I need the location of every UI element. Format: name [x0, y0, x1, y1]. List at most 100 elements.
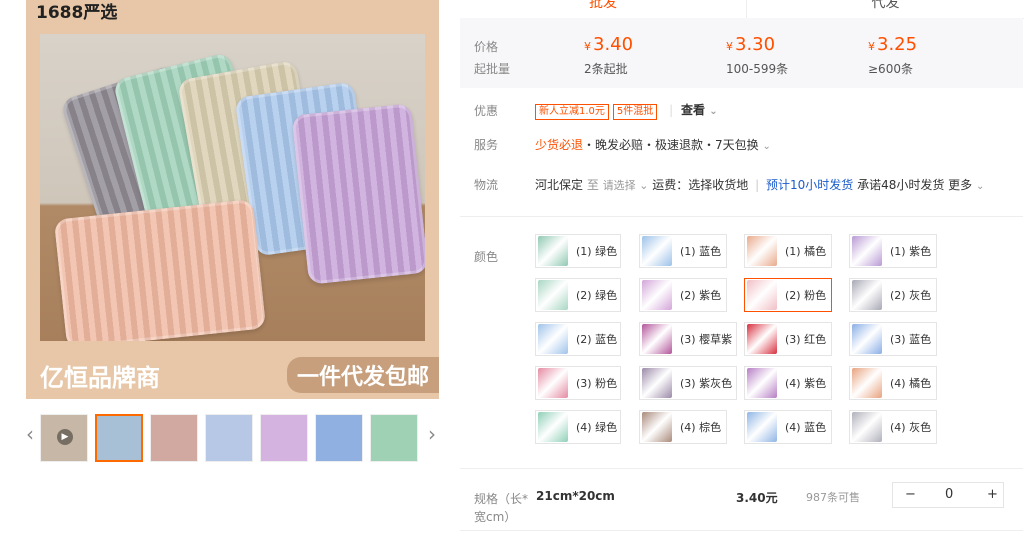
color-option-label: (1) 绿色	[576, 245, 618, 258]
spec-label: 规格（长*宽cm）	[474, 492, 529, 524]
thumbnail-strip: ‹ ▶ ›	[26, 414, 439, 464]
seller-tagline: 亿恒品牌商	[40, 364, 160, 392]
color-option[interactable]: (4) 绿色	[535, 410, 621, 444]
color-option-label: (2) 灰色	[890, 289, 932, 302]
color-thumbnail	[852, 280, 882, 310]
destination-select[interactable]: 请选择 ⌄	[603, 179, 649, 192]
thumbnail-video[interactable]: ▶	[40, 414, 88, 462]
color-thumbnail	[538, 368, 568, 398]
promo-row: 新人立减1.0元 5件混批 | 查看 ⌄	[535, 101, 718, 120]
plus-button[interactable]: +	[987, 487, 998, 502]
moq-label: 起批量	[474, 62, 511, 76]
chevron-down-icon: ⌄	[762, 141, 771, 152]
promo-frame	[26, 0, 439, 399]
tier-price: ¥3.40	[584, 34, 634, 55]
view-promo-link[interactable]: 查看 ⌄	[681, 103, 718, 117]
spec-size: 21cm*20cm	[536, 489, 615, 503]
quantity-input[interactable]: 0	[945, 487, 953, 502]
color-option[interactable]: (3) 蓝色	[849, 322, 937, 356]
chevron-down-icon: ⌄	[709, 106, 718, 117]
thumbnail-item[interactable]	[315, 414, 363, 462]
color-option[interactable]: (4) 灰色	[849, 410, 937, 444]
color-option-label: (3) 粉色	[576, 377, 618, 390]
thumbnail-item[interactable]	[260, 414, 308, 462]
price-panel: 价格 起批量 ¥3.40 2条起批 ¥3.30 100-599条 ¥3.25 ≥…	[460, 18, 1023, 88]
service-highlight: 少货必退	[535, 138, 584, 152]
color-option[interactable]: (4) 紫色	[744, 366, 832, 400]
color-option[interactable]: (3) 粉色	[535, 366, 621, 400]
spec-stock: 987条可售	[806, 491, 860, 504]
service-label: 服务	[474, 138, 499, 152]
brand-label: 1688严选	[36, 3, 118, 23]
color-thumbnail	[747, 412, 777, 442]
spec-price: 3.40元	[736, 491, 778, 505]
color-option-label: (3) 红色	[785, 333, 827, 346]
color-option[interactable]: (2) 蓝色	[535, 322, 621, 356]
tab-wholesale[interactable]: 批发	[460, 0, 746, 18]
minus-button[interactable]: −	[905, 487, 916, 502]
play-icon: ▶	[57, 429, 73, 445]
color-thumbnail	[538, 412, 568, 442]
more-link[interactable]: 更多 ⌄	[948, 178, 984, 192]
purchase-mode-tabs: 批发 代发	[460, 0, 1024, 19]
color-option[interactable]: (4) 橘色	[849, 366, 937, 400]
color-option-label: (3) 蓝色	[890, 333, 932, 346]
color-option[interactable]: (2) 绿色	[535, 278, 621, 312]
color-option[interactable]: (4) 蓝色	[744, 410, 832, 444]
tier-price: ¥3.25	[868, 34, 918, 55]
color-option[interactable]: (4) 棕色	[639, 410, 727, 444]
tier-price: ¥3.30	[726, 34, 776, 55]
eta-text: 预计10小时发货	[765, 178, 854, 192]
promo-badge[interactable]: 5件混批	[612, 104, 658, 120]
color-option[interactable]: (1) 蓝色	[639, 234, 727, 268]
color-option-label: (3) 紫灰色	[680, 377, 733, 390]
origin-city: 河北保定	[535, 178, 584, 192]
chevron-down-icon: ⌄	[976, 181, 985, 192]
color-option-label: (3) 樱草紫	[680, 333, 733, 346]
color-option-label: (4) 灰色	[890, 421, 932, 434]
color-option[interactable]: (3) 紫灰色	[639, 366, 737, 400]
color-thumbnail	[852, 412, 882, 442]
service-row[interactable]: 少货必退・晚发必赔・极速退款・7天包换 ⌄	[535, 136, 771, 153]
color-option[interactable]: (3) 红色	[744, 322, 832, 356]
color-option-label: (2) 粉色	[785, 289, 827, 302]
color-thumbnail	[642, 368, 672, 398]
quantity-stepper: − 0 +	[892, 482, 1004, 508]
color-thumbnail	[747, 368, 777, 398]
color-thumbnail	[852, 324, 882, 354]
tab-dropship[interactable]: 代发	[746, 0, 1024, 19]
tier-qty: ≥600条	[868, 62, 913, 76]
color-option[interactable]: (1) 紫色	[849, 234, 937, 268]
color-option-label: (1) 紫色	[890, 245, 932, 258]
color-option-label: (4) 橘色	[890, 377, 932, 390]
color-option[interactable]: (1) 绿色	[535, 234, 621, 268]
color-thumbnail	[538, 280, 568, 310]
logistics-label: 物流	[474, 178, 499, 192]
thumbnail-item[interactable]	[205, 414, 253, 462]
main-product-image[interactable]: 1688严选 亿恒品牌商 一件代发包邮	[26, 0, 439, 399]
color-thumbnail	[642, 280, 672, 310]
color-option-label: (4) 蓝色	[785, 421, 827, 434]
color-thumbnail	[642, 412, 672, 442]
section-divider	[460, 216, 1023, 217]
color-label: 颜色	[474, 250, 499, 264]
chevron-down-icon: ⌄	[639, 179, 649, 192]
thumbnail-item[interactable]	[95, 414, 143, 462]
promo-label: 优惠	[474, 104, 499, 118]
color-option[interactable]: (1) 橘色	[744, 234, 832, 268]
color-option[interactable]: (2) 灰色	[849, 278, 937, 312]
promo-badge[interactable]: 新人立减1.0元	[535, 104, 609, 120]
color-thumbnail	[538, 236, 568, 266]
chevron-right-icon[interactable]: ›	[428, 422, 436, 446]
chevron-left-icon[interactable]: ‹	[26, 422, 34, 446]
color-option[interactable]: (2) 粉色	[744, 278, 832, 312]
thumbnail-item[interactable]	[370, 414, 418, 462]
thumbnail-item[interactable]	[150, 414, 198, 462]
color-thumbnail	[852, 368, 882, 398]
color-option-label: (1) 橘色	[785, 245, 827, 258]
color-option[interactable]: (2) 紫色	[639, 278, 727, 312]
color-option[interactable]: (3) 樱草紫	[639, 322, 737, 356]
price-label: 价格	[474, 40, 499, 54]
ship-promise: 承诺48小时发货	[857, 178, 945, 192]
color-option-label: (1) 蓝色	[680, 245, 722, 258]
